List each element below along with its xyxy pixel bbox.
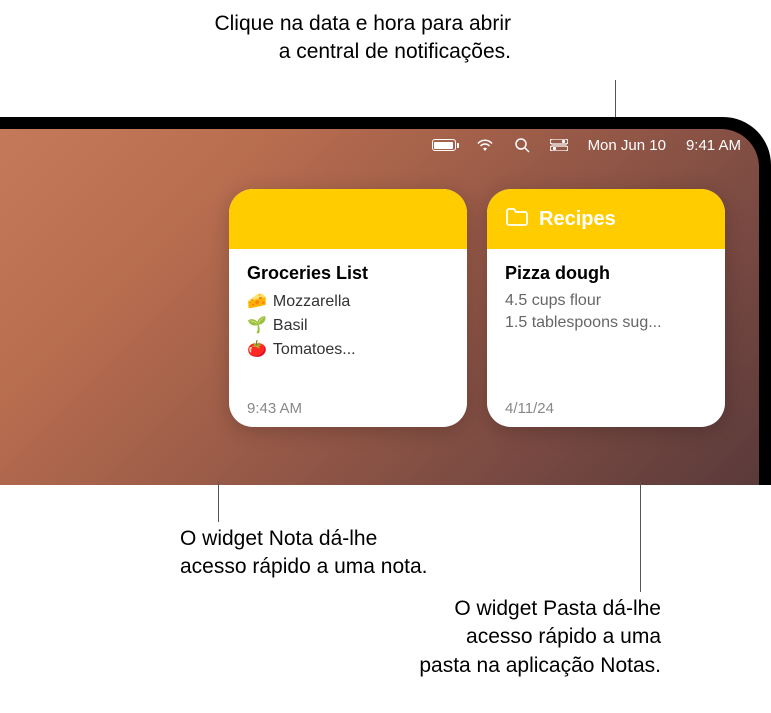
menubar: Mon Jun 10 9:41 AM <box>0 129 759 161</box>
callout-leader-line <box>218 482 219 522</box>
menubar-date[interactable]: Mon Jun 10 <box>588 137 666 154</box>
folder-name: Recipes <box>539 208 616 231</box>
item-text: Tomatoes... <box>273 338 356 362</box>
menubar-time[interactable]: 9:41 AM <box>686 137 741 154</box>
battery-icon[interactable] <box>432 139 456 151</box>
note-title: Pizza dough <box>505 263 707 284</box>
callout-text: Clique na data e hora para abrir <box>214 12 511 35</box>
desktop-screen: Mon Jun 10 9:41 AM Groceries List 🧀 Mozz… <box>0 129 759 485</box>
widget-header: Recipes <box>487 189 725 249</box>
callout-bottom-left: O widget Nota dá-lhe acesso rápido a uma… <box>180 525 428 582</box>
callout-leader-line <box>640 482 641 592</box>
herb-emoji: 🌱 <box>247 314 267 338</box>
note-preview: 4.5 cups flour 1.5 tablespoons sug... <box>505 290 707 335</box>
note-date: 4/11/24 <box>505 400 707 417</box>
notes-folder-widget[interactable]: Recipes Pizza dough 4.5 cups flour 1.5 t… <box>487 189 725 427</box>
callout-text: acesso rápido a uma nota. <box>180 555 428 578</box>
note-items-list: 🧀 Mozzarella 🌱 Basil 🍅 Tomatoes... <box>247 290 449 362</box>
list-item: 🌱 Basil <box>247 314 449 338</box>
callout-text: O widget Pasta dá-lhe <box>454 597 661 620</box>
control-center-icon[interactable] <box>550 139 568 151</box>
list-item: 🍅 Tomatoes... <box>247 338 449 362</box>
list-item: 🧀 Mozzarella <box>247 290 449 314</box>
widget-body: Groceries List 🧀 Mozzarella 🌱 Basil 🍅 <box>229 249 467 427</box>
widget-header <box>229 189 467 249</box>
spotlight-icon[interactable] <box>514 137 530 153</box>
item-text: Basil <box>273 314 308 338</box>
widgets-area: Groceries List 🧀 Mozzarella 🌱 Basil 🍅 <box>0 161 759 427</box>
note-title: Groceries List <box>247 263 449 284</box>
device-frame: Mon Jun 10 9:41 AM Groceries List 🧀 Mozz… <box>0 117 771 485</box>
callout-text: O widget Nota dá-lhe <box>180 527 377 550</box>
cheese-emoji: 🧀 <box>247 290 267 314</box>
note-timestamp: 9:43 AM <box>247 400 449 417</box>
tomato-emoji: 🍅 <box>247 338 267 362</box>
notes-note-widget[interactable]: Groceries List 🧀 Mozzarella 🌱 Basil 🍅 <box>229 189 467 427</box>
callout-bottom-right: O widget Pasta dá-lhe acesso rápido a um… <box>419 595 661 680</box>
item-text: Mozzarella <box>273 290 350 314</box>
folder-icon <box>505 207 529 232</box>
callout-text: a central de notificações. <box>279 40 511 63</box>
callout-top: Clique na data e hora para abrir a centr… <box>214 10 511 67</box>
callout-text: acesso rápido a uma <box>466 625 661 648</box>
widget-body: Pizza dough 4.5 cups flour 1.5 tablespoo… <box>487 249 725 427</box>
wifi-icon[interactable] <box>476 138 494 152</box>
callout-text: pasta na aplicação Notas. <box>419 654 661 677</box>
